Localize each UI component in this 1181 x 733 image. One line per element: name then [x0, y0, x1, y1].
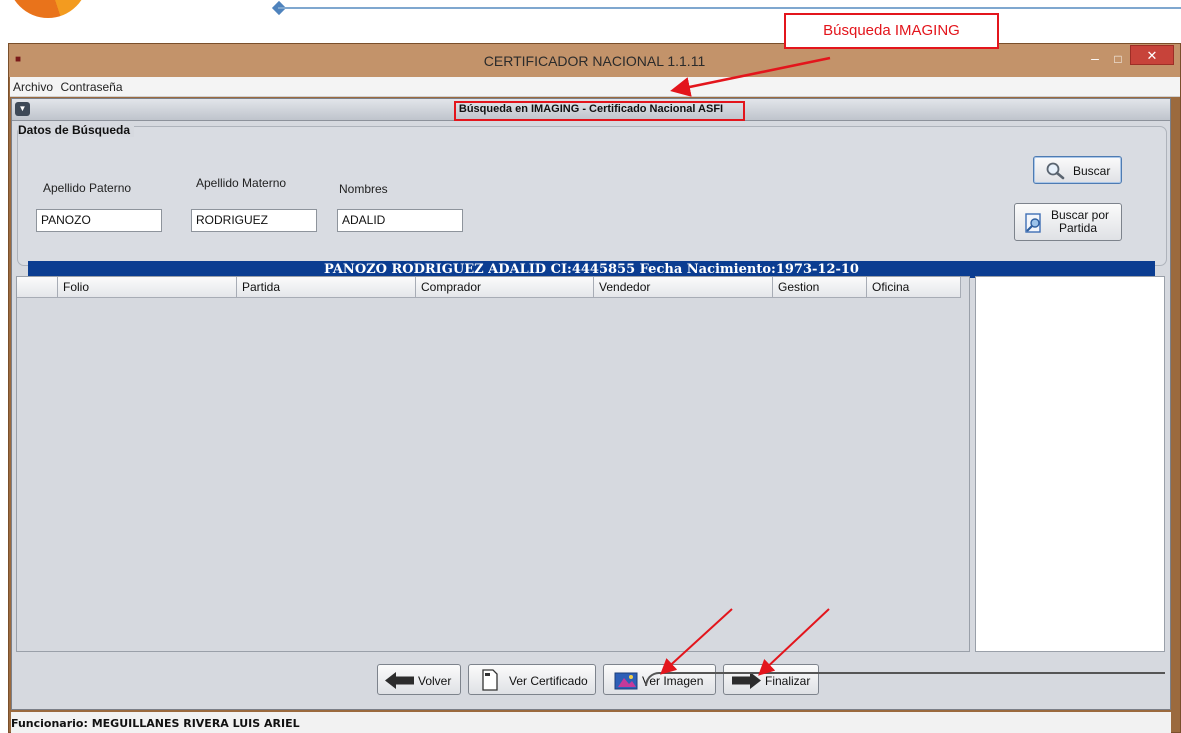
- buscar-button[interactable]: Buscar: [1033, 156, 1122, 184]
- column-header-vendedor[interactable]: Vendedor: [594, 277, 773, 298]
- title-bar[interactable]: ■ CERTIFICADOR NACIONAL 1.1.11 – □ ✕: [9, 44, 1180, 77]
- ver-certificado-button[interactable]: Ver Certificado: [468, 664, 596, 695]
- ver-certificado-label: Ver Certificado: [509, 674, 588, 688]
- document-icon: [482, 669, 498, 691]
- column-header-selector[interactable]: [17, 277, 58, 298]
- image-icon: [614, 672, 638, 690]
- buscar-por-partida-label-line2: Partida: [1059, 221, 1098, 235]
- panel-header: ▼ Búsqueda en IMAGING - Certificado Naci…: [12, 99, 1170, 121]
- decorative-bracket: [645, 672, 1165, 686]
- arrow-left-icon: [385, 672, 414, 689]
- results-table[interactable]: Folio Partida Comprador Vendedor Gestion…: [16, 276, 970, 652]
- menu-archivo[interactable]: Archivo: [10, 77, 53, 94]
- screenshot-root: ■ CERTIFICADOR NACIONAL 1.1.11 – □ ✕ Arc…: [0, 0, 1181, 733]
- buscar-por-partida-button[interactable]: Buscar por Partida: [1014, 203, 1122, 241]
- magnifier-icon: [1046, 162, 1065, 180]
- logo-icon: [8, 0, 88, 18]
- document-search-icon: [1025, 213, 1041, 233]
- search-legend: Datos de Búsqueda: [18, 123, 135, 137]
- apellido-paterno-input[interactable]: PANOZO: [36, 209, 162, 232]
- apellido-materno-label: Apellido Materno: [196, 176, 287, 190]
- maximize-button[interactable]: □: [1106, 49, 1130, 69]
- close-button[interactable]: ✕: [1130, 45, 1174, 65]
- nombres-input[interactable]: ADALID: [337, 209, 463, 232]
- apellido-materno-input[interactable]: RODRIGUEZ: [191, 209, 317, 232]
- window-title: CERTIFICADOR NACIONAL 1.1.11: [483, 53, 706, 69]
- menu-contrasena[interactable]: Contraseña: [57, 77, 122, 94]
- app-window: ■ CERTIFICADOR NACIONAL 1.1.11 – □ ✕ Arc…: [8, 43, 1181, 733]
- annotation-text: Búsqueda IMAGING: [823, 22, 960, 39]
- column-header-partida[interactable]: Partida: [237, 277, 416, 298]
- table-header: Folio Partida Comprador Vendedor Gestion…: [17, 277, 971, 298]
- nombres-label: Nombres: [339, 182, 388, 196]
- volver-label: Volver: [418, 674, 452, 688]
- decorative-line: [278, 7, 1181, 9]
- search-fieldset: Datos de Búsqueda Apellido Paterno Apell…: [17, 123, 1167, 278]
- column-header-comprador[interactable]: Comprador: [416, 277, 594, 298]
- minimize-button[interactable]: –: [1083, 49, 1107, 69]
- column-header-oficina[interactable]: Oficina: [867, 277, 961, 298]
- status-bar: Funcionario: MEGUILLANES RIVERA LUIS ARI…: [11, 712, 1171, 733]
- image-preview-pane: [975, 276, 1165, 652]
- apellido-paterno-label: Apellido Paterno: [43, 181, 132, 195]
- buscar-label: Buscar: [1073, 164, 1111, 178]
- annotation-callout: Búsqueda IMAGING: [784, 13, 999, 49]
- column-header-folio[interactable]: Folio: [58, 277, 237, 298]
- menu-bar: Archivo Contraseña: [10, 77, 1180, 97]
- status-text: Funcionario: MEGUILLANES RIVERA LUIS ARI…: [11, 717, 300, 730]
- main-content: ▼ Búsqueda en IMAGING - Certificado Naci…: [11, 98, 1171, 710]
- volver-button[interactable]: Volver: [377, 664, 461, 695]
- column-header-gestion[interactable]: Gestion: [773, 277, 867, 298]
- annotation-highlight-box: [454, 101, 745, 121]
